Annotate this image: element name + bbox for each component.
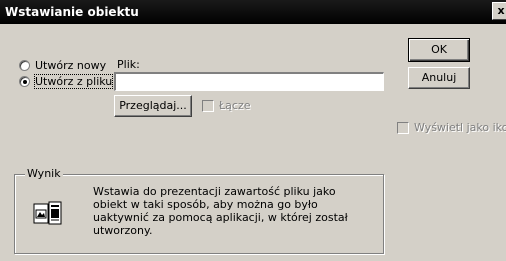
- link-checkbox-label: Łącze: [219, 99, 251, 112]
- radio-create-from-file-circle[interactable]: [19, 75, 30, 87]
- insert-object-dialog: Wstawianie obiektu x Utwórz nowy Utwórz …: [0, 0, 506, 261]
- file-object-icon: [33, 201, 62, 225]
- dialog-title: Wstawianie obiektu: [5, 5, 139, 19]
- file-path-input[interactable]: [114, 72, 384, 91]
- radio-create-new[interactable]: Utwórz nowy: [19, 57, 106, 73]
- radio-create-from-file-label[interactable]: Utwórz z pliku: [33, 73, 114, 89]
- result-description: Wstawia do prezentacji zawartość pliku j…: [93, 185, 348, 237]
- display-as-icon-checkbox[interactable]: Wyświetl jako ikonę: [397, 121, 506, 134]
- link-checkbox[interactable]: Łącze: [202, 99, 251, 112]
- browse-button[interactable]: Przeglądaj...: [114, 95, 192, 117]
- display-as-icon-label: Wyświetl jako ikonę: [414, 121, 506, 134]
- cancel-button[interactable]: Anuluj: [408, 67, 470, 89]
- radio-create-from-file[interactable]: Utwórz z pliku: [19, 73, 114, 89]
- display-as-icon-checkbox-box[interactable]: [397, 122, 409, 134]
- radio-create-new-label[interactable]: Utwórz nowy: [35, 59, 106, 72]
- radio-create-new-circle[interactable]: [19, 59, 30, 71]
- link-checkbox-box[interactable]: [202, 100, 214, 112]
- browse-button-label: Przeglądaj...: [119, 99, 187, 112]
- cancel-button-label: Anuluj: [421, 71, 457, 84]
- file-label: Plik:: [117, 58, 140, 71]
- result-groupbox: Wynik Wstawia do prezentacji zawartość p…: [14, 167, 384, 254]
- close-icon: x: [497, 4, 505, 17]
- title-bar: Wstawianie obiektu x: [0, 0, 506, 24]
- ok-button-label: OK: [431, 43, 447, 56]
- ok-button[interactable]: OK: [408, 38, 470, 62]
- close-button[interactable]: x: [492, 2, 506, 20]
- result-group-label: Wynik: [25, 167, 63, 180]
